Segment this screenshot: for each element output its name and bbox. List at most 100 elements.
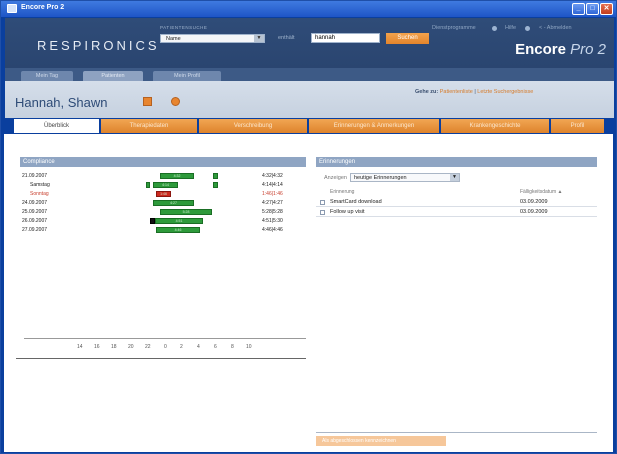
patient-search-label: PATIENTENSUCHE [160,25,208,30]
reminder-filter-value: heutige Erinnerungen [354,175,407,181]
usage-bar: 1:46 [156,191,171,197]
main-nav: Mein Tag Patienten Mein Profil [5,68,614,81]
brand-pro: Pro 2 [570,41,606,58]
compliance-row: 24.09.2007 4:27 4:27|4:27 [22,199,307,207]
compliance-value: 4:14|4:14 [262,182,283,188]
axis-tick: 10 [246,344,252,350]
tab-erinnerungen[interactable]: Erinnerungen & Anmerkungen [309,119,439,133]
contains-label: enthält [278,35,295,41]
tab-mein-tag[interactable]: Mein Tag [21,71,73,81]
patient-list-link[interactable]: Patientenliste [440,89,473,95]
window-title: Encore Pro 2 [21,4,65,11]
usage-bar [213,182,218,188]
reminder-row[interactable]: Follow up visit 03.09.2009 [316,208,597,217]
reminder-row[interactable]: SmartCard download 03.09.2009 [316,198,597,207]
tools-icon [492,26,497,31]
reminder-checkbox[interactable] [320,210,325,215]
compliance-value: 4:32|4:32 [262,173,283,179]
reminder-text: SmartCard download [330,199,382,205]
brand-main: Encore [515,41,566,58]
logout-link[interactable]: < - Abmelden [539,25,572,31]
last-results-link[interactable]: Letzte Suchergebnisse [477,89,533,95]
patient-header: Hannah, Shawn Gehe zu: Patientenliste | … [5,81,614,118]
title-bar: Encore Pro 2 _ □ ✕ [1,1,616,17]
usage-bar: 4:46 [156,227,200,233]
close-button[interactable]: ✕ [600,3,613,15]
compliance-row: Sonntag 1:46 1:46|1:46 [22,190,307,198]
compliance-header: Compliance [20,157,306,167]
search-input[interactable]: hannah [311,33,380,43]
axis-tick: 18 [111,344,117,350]
axis-tick: 8 [231,344,234,350]
tools-link[interactable]: Dienstprogramme [432,25,476,31]
compliance-date: 24.09.2007 [22,200,48,206]
help-link[interactable]: Hilfe [505,25,516,31]
tab-mein-profil[interactable]: Mein Profil [153,71,221,81]
col-due-date[interactable]: Fälligkeitsdatum ▲ [520,189,562,195]
patient-card-icon[interactable] [143,97,152,106]
search-field-value: Name [166,36,181,42]
reminder-due-date: 03.09.2009 [520,199,548,205]
axis-tick: 20 [128,344,134,350]
encore-pro-brand: Encore Pro 2 [515,41,606,58]
mark-completed-button[interactable]: Als abgeschlossen kennzeichnen [316,436,446,446]
compliance-value: 1:46|1:46 [262,191,283,197]
compliance-row: 26.09.2007 4:51 4:51|5:30 [22,217,307,225]
compliance-row: 25.09.2007 5:28 5:28|5:28 [22,208,307,216]
axis-tick: 14 [77,344,83,350]
tab-patienten[interactable]: Patienten [83,71,143,81]
compliance-date: Samstag [30,182,50,188]
usage-bar: 4:27 [153,200,194,206]
reminder-filter-select[interactable]: heutige Erinnerungen ▼ [350,173,460,182]
compliance-value: 4:46|4:46 [262,227,283,233]
tab-ueberblick[interactable]: Überblick [14,119,99,133]
patient-subtabs: Überblick Therapiedaten Verschreibung Er… [14,119,604,134]
col-reminder[interactable]: Erinnerung [330,189,354,195]
search-field-select[interactable]: Name ▼ [160,34,265,43]
compliance-value: 4:51|5:30 [262,218,283,224]
maximize-button[interactable]: □ [586,3,599,15]
chevron-down-icon: ▼ [254,35,264,42]
usage-bar [213,173,218,179]
compliance-row: 27.09.2007 4:46 4:46|4:46 [22,226,307,234]
time-axis [24,338,306,339]
tab-verschreibung[interactable]: Verschreibung [199,119,307,133]
compliance-divider [16,358,306,359]
compliance-value: 4:27|4:27 [262,200,283,206]
respironics-logo: RESPIRONICS [37,38,160,53]
goto-separator: | [474,89,476,95]
app-header: RESPIRONICS PATIENTENSUCHE Name ▼ enthäl… [5,18,614,68]
chevron-down-icon: ▼ [450,174,459,181]
compliance-row: 21.09.2007 4:32 4:32|4:32 [22,172,307,180]
help-icon [525,26,530,31]
reminders-header: Erinnerungen [316,157,597,167]
axis-tick: 0 [164,344,167,350]
usage-bar: 4:14 [153,182,178,188]
app-icon [7,4,17,13]
compliance-value: 5:28|5:28 [262,209,283,215]
compliance-date: Sonntag [30,191,49,197]
tab-therapiedaten[interactable]: Therapiedaten [101,119,197,133]
goto-label: Gehe zu: [415,89,439,95]
usage-bar: 4:51 [155,218,203,224]
reminder-checkbox[interactable] [320,200,325,205]
search-button[interactable]: Suchen [386,33,429,44]
reminder-text: Follow up visit [330,209,365,215]
patient-name: Hannah, Shawn [15,95,108,110]
tab-krankengeschichte[interactable]: Krankengeschichte [441,119,549,133]
usage-bar [146,182,150,188]
reminder-filter-label: Anzeigen [324,175,347,181]
compliance-date: 25.09.2007 [22,209,48,215]
compliance-date: 27.09.2007 [22,227,48,233]
minimize-button[interactable]: _ [572,3,585,15]
usage-bar: 5:28 [160,209,212,215]
reminders-footer-divider [316,432,597,433]
goto-links: Gehe zu: Patientenliste | Letzte Sucherg… [415,89,533,95]
axis-tick: 4 [197,344,200,350]
axis-tick: 2 [180,344,183,350]
compliance-row: Samstag 4:14 4:14|4:14 [22,181,307,189]
reminder-due-date: 03.09.2009 [520,209,548,215]
compliance-date: 26.09.2007 [22,218,48,224]
tab-profil[interactable]: Profil [551,119,604,133]
patient-status-icon[interactable] [171,97,180,106]
